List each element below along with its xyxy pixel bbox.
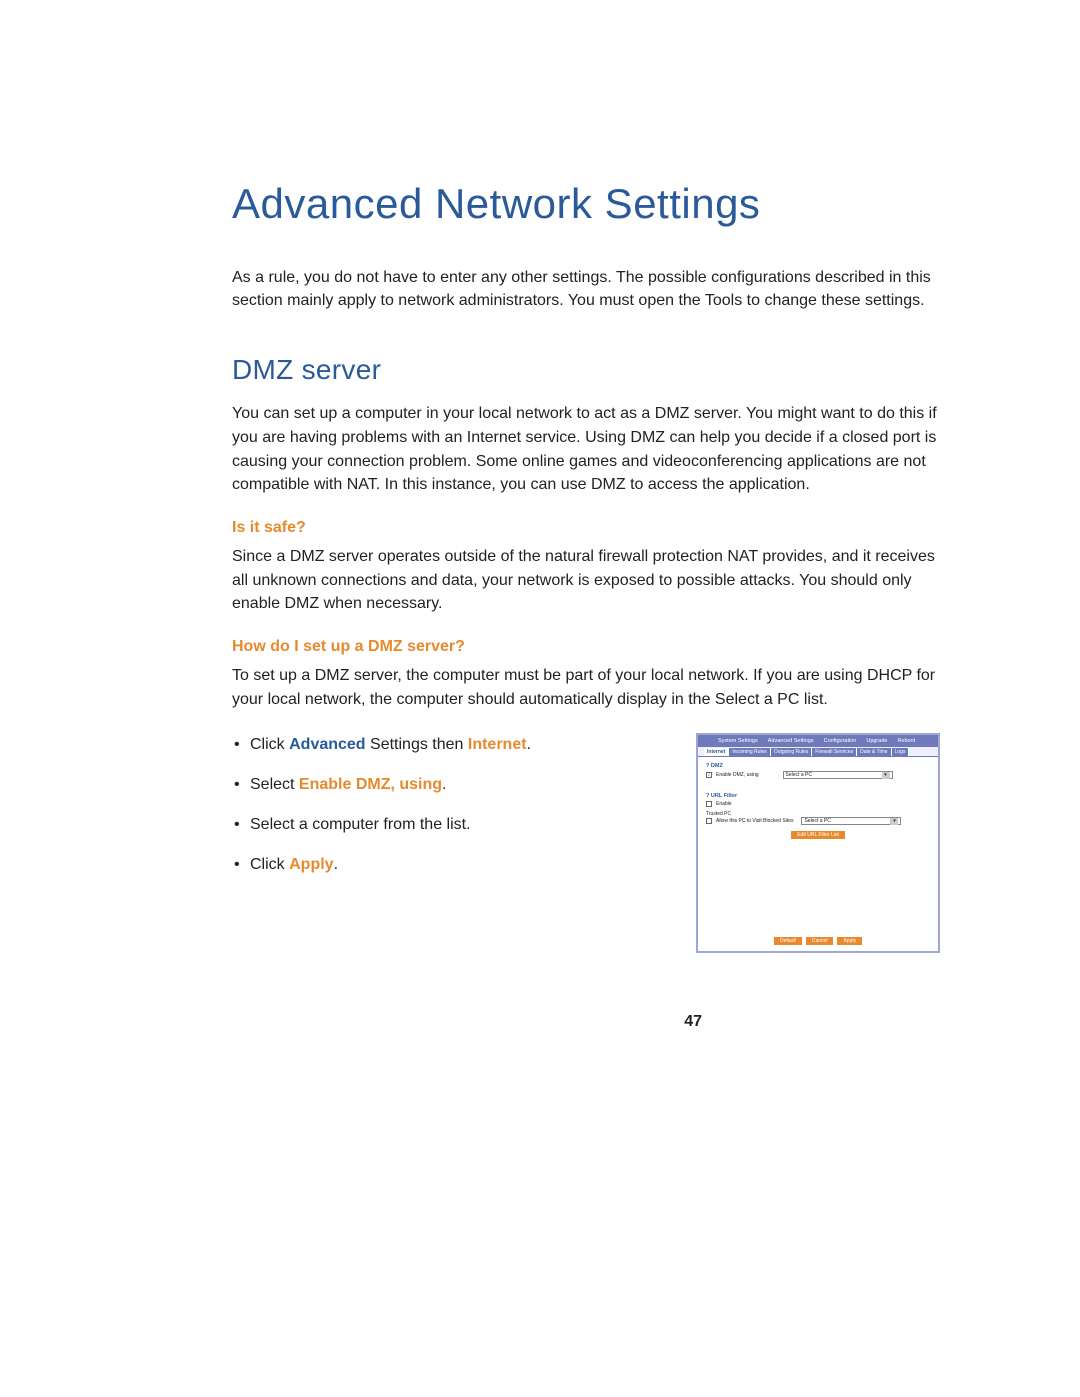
ui-sub-tab[interactable]: Incoming Rules	[729, 748, 770, 756]
ui-sub-tab[interactable]: Logs	[892, 748, 910, 756]
ui-dmz-title: ? DMZ	[706, 763, 930, 769]
ui-top-tab[interactable]: Advanced Settings	[764, 737, 818, 745]
step-highlight-enable-dmz: Enable DMZ, using	[299, 776, 442, 793]
ui-url-checkbox[interactable]	[706, 801, 712, 807]
ui-url-title-text: URL Filter	[711, 793, 737, 799]
ui-trusted-select[interactable]: Select a PC ▾	[801, 817, 901, 825]
ui-dmz-title-text: DMZ	[711, 763, 723, 769]
step-text: .	[527, 736, 531, 753]
dmz-body: You can set up a computer in your local …	[232, 402, 940, 497]
ui-cancel-button[interactable]: Cancel	[806, 937, 834, 945]
chevron-down-icon: ▾	[890, 818, 898, 825]
ui-trusted-row: Allow this PC to Visit Blocked Sites Sel…	[706, 817, 930, 825]
step-column: Click Advanced Settings then Internet. S…	[232, 733, 680, 893]
ui-dmz-row: ✓ Enable DMZ, using Select a PC ▾	[706, 771, 930, 779]
page-number: 47	[684, 1013, 702, 1031]
step-text: Click	[250, 736, 289, 753]
step-highlight-advanced: Advanced	[289, 736, 365, 753]
setup-heading: How do I set up a DMZ server?	[232, 638, 940, 656]
step-item-2: Select Enable DMZ, using.	[250, 773, 680, 797]
ui-trusted-checkbox[interactable]	[706, 818, 712, 824]
ui-body: ? DMZ ✓ Enable DMZ, using Select a PC ▾ …	[698, 757, 938, 843]
ui-select-value: Select a PC	[804, 818, 830, 825]
ui-url-enable-label: Enable	[716, 801, 732, 807]
ui-top-tab[interactable]: System Settings	[714, 737, 762, 745]
ui-top-tab[interactable]: Configuration	[820, 737, 861, 745]
ui-sub-tab-internet[interactable]: Internet	[704, 748, 729, 756]
ui-dmz-enable-label: Enable DMZ, using	[716, 772, 759, 778]
dmz-heading: DMZ server	[232, 354, 940, 386]
ui-default-button[interactable]: Default	[774, 937, 802, 945]
intro-paragraph: As a rule, you do not have to enter any …	[232, 266, 940, 312]
ui-apply-button[interactable]: Apply	[837, 937, 862, 945]
safe-body: Since a DMZ server operates outside of t…	[232, 545, 940, 616]
help-icon[interactable]: ?	[706, 763, 709, 769]
help-icon[interactable]: ?	[706, 793, 709, 799]
ui-select-value: Select a PC	[786, 772, 812, 779]
ui-edit-filter-button[interactable]: Edit URL Filter List	[791, 831, 845, 839]
ui-edit-btn-row: Edit URL Filter List	[706, 831, 930, 839]
safe-heading: Is it safe?	[232, 519, 940, 537]
step-highlight-apply: Apply	[289, 856, 333, 873]
ui-top-tab[interactable]: Reboot	[893, 737, 919, 745]
document-page: Advanced Network Settings As a rule, you…	[0, 0, 1080, 1397]
ui-top-tab[interactable]: Upgrade	[862, 737, 891, 745]
step-text: .	[442, 776, 446, 793]
step-item-3: Select a computer from the list.	[250, 813, 680, 837]
ui-bottom-buttons: Default Cancel Apply	[698, 937, 938, 945]
step-text: Settings then	[366, 736, 468, 753]
ui-sub-tab[interactable]: Outgoing Rules	[771, 748, 812, 756]
step-text: Select	[250, 776, 299, 793]
ui-dmz-select[interactable]: Select a PC ▾	[783, 771, 893, 779]
chevron-down-icon: ▾	[882, 772, 890, 779]
ui-url-row: Enable	[706, 801, 930, 807]
ui-sub-tab[interactable]: Date & Time	[857, 748, 892, 756]
step-item-4: Click Apply.	[250, 853, 680, 877]
step-highlight-internet: Internet	[468, 736, 527, 753]
ui-sub-tab[interactable]: Firewall Services	[812, 748, 857, 756]
step-item-1: Click Advanced Settings then Internet.	[250, 733, 680, 757]
screenshot-mock: System Settings Advanced Settings Config…	[696, 733, 940, 953]
step-text: Click	[250, 856, 289, 873]
ui-dmz-checkbox[interactable]: ✓	[706, 772, 712, 778]
step-text: .	[334, 856, 338, 873]
setup-body: To set up a DMZ server, the computer mus…	[232, 664, 940, 711]
step-list: Click Advanced Settings then Internet. S…	[232, 733, 680, 877]
ui-top-tabs: System Settings Advanced Settings Config…	[698, 735, 938, 747]
page-title: Advanced Network Settings	[232, 180, 940, 228]
step-row: Click Advanced Settings then Internet. S…	[232, 733, 940, 953]
ui-trusted-label: Allow this PC to Visit Blocked Sites	[716, 818, 793, 824]
ui-sub-tabs: Internet Incoming Rules Outgoing Rules F…	[698, 747, 938, 757]
ui-url-title: ? URL Filter	[706, 793, 930, 799]
